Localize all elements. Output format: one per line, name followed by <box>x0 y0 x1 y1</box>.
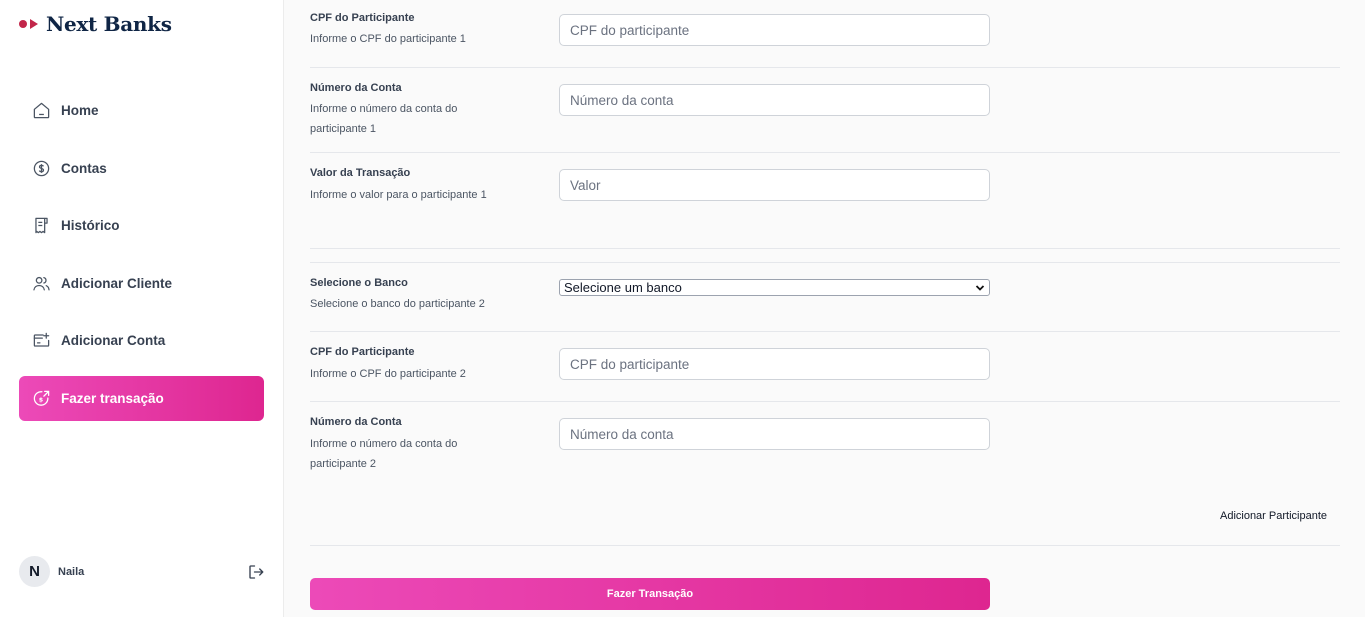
sidebar: Next Banks Home Contas Histórico Adicion… <box>0 0 284 617</box>
coin-send-icon: $ <box>32 389 51 408</box>
user-name: Naila <box>58 565 85 578</box>
avatar: N <box>19 556 50 587</box>
submit-transaction-button[interactable]: Fazer Transação <box>310 578 990 610</box>
sidebar-item-label: Fazer transação <box>61 390 164 406</box>
divider <box>310 545 1340 546</box>
logo-text: Next Banks <box>46 12 172 36</box>
sidebar-item-label: Adicionar Conta <box>61 333 166 349</box>
sidebar-item-label: Contas <box>61 160 107 176</box>
field-title: Valor da Transação <box>310 167 411 179</box>
p2-bank-select[interactable]: Selecione um banco <box>559 279 990 296</box>
logo[interactable]: Next Banks <box>19 12 172 36</box>
divider <box>310 248 1340 249</box>
sidebar-nav: Home Contas Histórico Adicionar Cliente … <box>19 88 264 434</box>
sidebar-item-label: Home <box>61 103 99 118</box>
add-participant-button[interactable]: Adicionar Participante <box>1220 510 1327 522</box>
user-profile[interactable]: N Naila <box>19 556 84 587</box>
divider <box>310 262 1340 263</box>
logo-mark-icon <box>19 19 38 29</box>
svg-text:$: $ <box>39 397 43 404</box>
divider <box>310 401 1340 402</box>
field-description: Informe o CPF do participante 1 <box>310 33 466 45</box>
sidebar-item-home[interactable]: Home <box>19 88 264 133</box>
dollar-circle-icon <box>32 159 51 178</box>
p2-account-input[interactable] <box>559 418 990 450</box>
field-description: Informe o valor para o participante 1 <box>310 189 487 201</box>
field-description: Selecione o banco do participante 2 <box>310 298 485 310</box>
sidebar-item-label: Adicionar Cliente <box>61 275 173 291</box>
sidebar-item-adicionar-conta[interactable]: Adicionar Conta <box>19 318 264 363</box>
chevron-down-icon <box>975 284 985 291</box>
p1-value-input[interactable] <box>559 169 990 201</box>
sidebar-item-fazer-transacao[interactable]: $ Fazer transação <box>19 375 264 421</box>
field-description: Informe o CPF do participante 2 <box>310 368 466 380</box>
field-description: Informe o número da conta do participant… <box>310 103 458 135</box>
divider <box>310 67 1340 68</box>
receipt-icon <box>32 216 51 235</box>
divider <box>310 331 1340 332</box>
home-icon <box>32 101 51 120</box>
field-title: CPF do Participante <box>310 12 415 24</box>
select-value: Selecione um banco <box>564 280 682 295</box>
field-title: Selecione o Banco <box>310 277 408 289</box>
card-add-icon <box>32 331 51 350</box>
field-title: Número da Conta <box>310 82 402 94</box>
sidebar-item-historico[interactable]: Histórico <box>19 203 264 248</box>
p2-cpf-input[interactable] <box>559 348 990 380</box>
p1-account-input[interactable] <box>559 84 990 116</box>
sidebar-item-adicionar-cliente[interactable]: Adicionar Cliente <box>19 261 264 306</box>
divider <box>310 152 1340 153</box>
logout-icon[interactable] <box>247 563 265 581</box>
field-title: Número da Conta <box>310 416 402 428</box>
sidebar-item-label: Histórico <box>61 218 120 234</box>
sidebar-item-contas[interactable]: Contas <box>19 146 264 191</box>
field-description: Informe o número da conta do participant… <box>310 438 458 470</box>
field-title: CPF do Participante <box>310 346 415 358</box>
p1-cpf-input[interactable] <box>559 14 990 46</box>
users-icon <box>32 274 51 293</box>
